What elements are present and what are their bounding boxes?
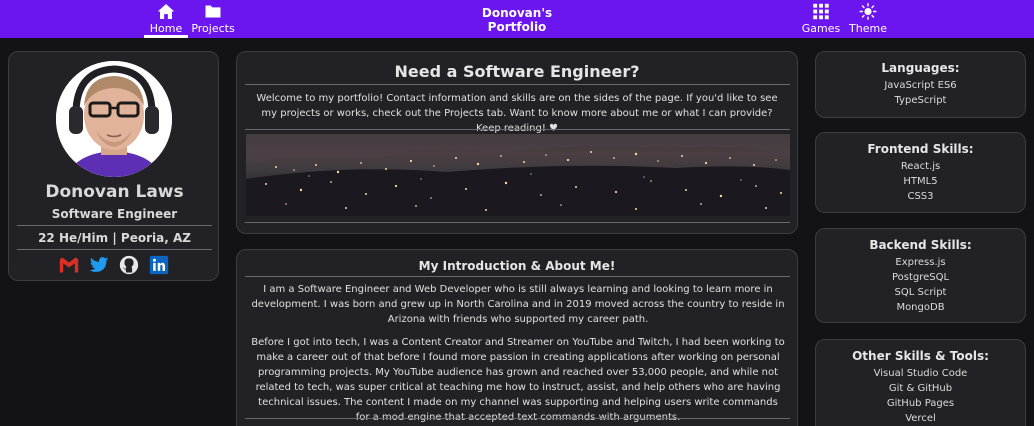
nav-games-tab[interactable]: Games (802, 3, 840, 38)
backend-skills-title: Backend Skills: (869, 238, 972, 252)
city-lights-image (246, 134, 790, 216)
nav-theme-label: Theme (849, 22, 887, 35)
skill-item: SQL Script (894, 287, 947, 298)
social-links (59, 255, 169, 275)
divider (17, 225, 212, 226)
divider (245, 129, 790, 130)
skill-item: Git & GitHub (888, 383, 953, 394)
skill-item: TypeScript (894, 95, 947, 106)
profile-location: 22 He/Him | Peoria, AZ (38, 231, 191, 245)
languages-card: Languages: JavaScript ES6 TypeScript (815, 51, 1026, 118)
avatar (56, 61, 172, 177)
nav-games-label: Games (801, 22, 841, 35)
nav-theme-toggle[interactable]: Theme (849, 3, 887, 38)
skill-item: CSS3 (907, 191, 934, 202)
top-nav-bar: Home Projects Donovan's Portfolio Games … (0, 0, 1034, 38)
profile-title: Software Engineer (51, 207, 178, 221)
frontend-skills-card: Frontend Skills: React.js HTML5 CSS3 (815, 132, 1026, 213)
site-brand[interactable]: Donovan's Portfolio (467, 6, 567, 34)
frontend-skills-title: Frontend Skills: (867, 142, 974, 156)
languages-title: Languages: (881, 61, 960, 75)
twitter-icon[interactable] (89, 255, 109, 275)
brand-line-2: Portfolio (487, 20, 547, 34)
divider (245, 222, 790, 223)
nav-home-label: Home (149, 22, 183, 35)
nav-home-tab[interactable]: Home (144, 3, 188, 38)
divider (17, 249, 212, 250)
about-paragraph-1: I am a Software Engineer and Web Develop… (251, 284, 785, 325)
backend-skills-card: Backend Skills: Express.js PostgreSQL SQ… (815, 228, 1026, 323)
skill-item: Express.js (895, 257, 946, 268)
divider (245, 418, 790, 419)
about-card: My Introduction & About Me! I am a Softw… (236, 249, 798, 426)
brand-line-1: Donovan's (481, 6, 553, 20)
hero-card: Need a Software Engineer? Welcome to my … (236, 51, 798, 234)
skill-item: MongoDB (896, 302, 945, 313)
divider (245, 276, 790, 277)
linkedin-icon[interactable] (149, 255, 169, 275)
skill-item: GitHub Pages (886, 398, 955, 409)
skill-item: JavaScript ES6 (884, 80, 957, 91)
skill-item: HTML5 (903, 176, 938, 187)
profile-card: Donovan Laws Software Engineer 22 He/Him… (8, 51, 219, 281)
github-icon[interactable] (119, 255, 139, 275)
grid-icon (813, 3, 829, 20)
skill-item: Visual Studio Code (873, 368, 968, 379)
hero-title: Need a Software Engineer? (394, 62, 640, 81)
other-skills-card: Other Skills & Tools: Visual Studio Code… (815, 339, 1026, 426)
folder-icon (205, 5, 221, 18)
divider (245, 84, 790, 85)
about-paragraph-2: Before I got into tech, I was a Content … (251, 337, 785, 423)
profile-name: Donovan Laws (45, 182, 184, 202)
skill-item: Vercel (905, 413, 936, 424)
gmail-icon[interactable] (59, 255, 79, 275)
nav-projects-tab[interactable]: Projects (191, 3, 235, 38)
about-title: My Introduction & About Me! (418, 259, 616, 273)
sun-icon (859, 3, 877, 20)
skill-item: React.js (900, 161, 941, 172)
skill-item: PostgreSQL (891, 272, 950, 283)
other-skills-title: Other Skills & Tools: (852, 349, 989, 363)
home-icon (157, 4, 175, 19)
nav-projects-label: Projects (191, 22, 235, 35)
